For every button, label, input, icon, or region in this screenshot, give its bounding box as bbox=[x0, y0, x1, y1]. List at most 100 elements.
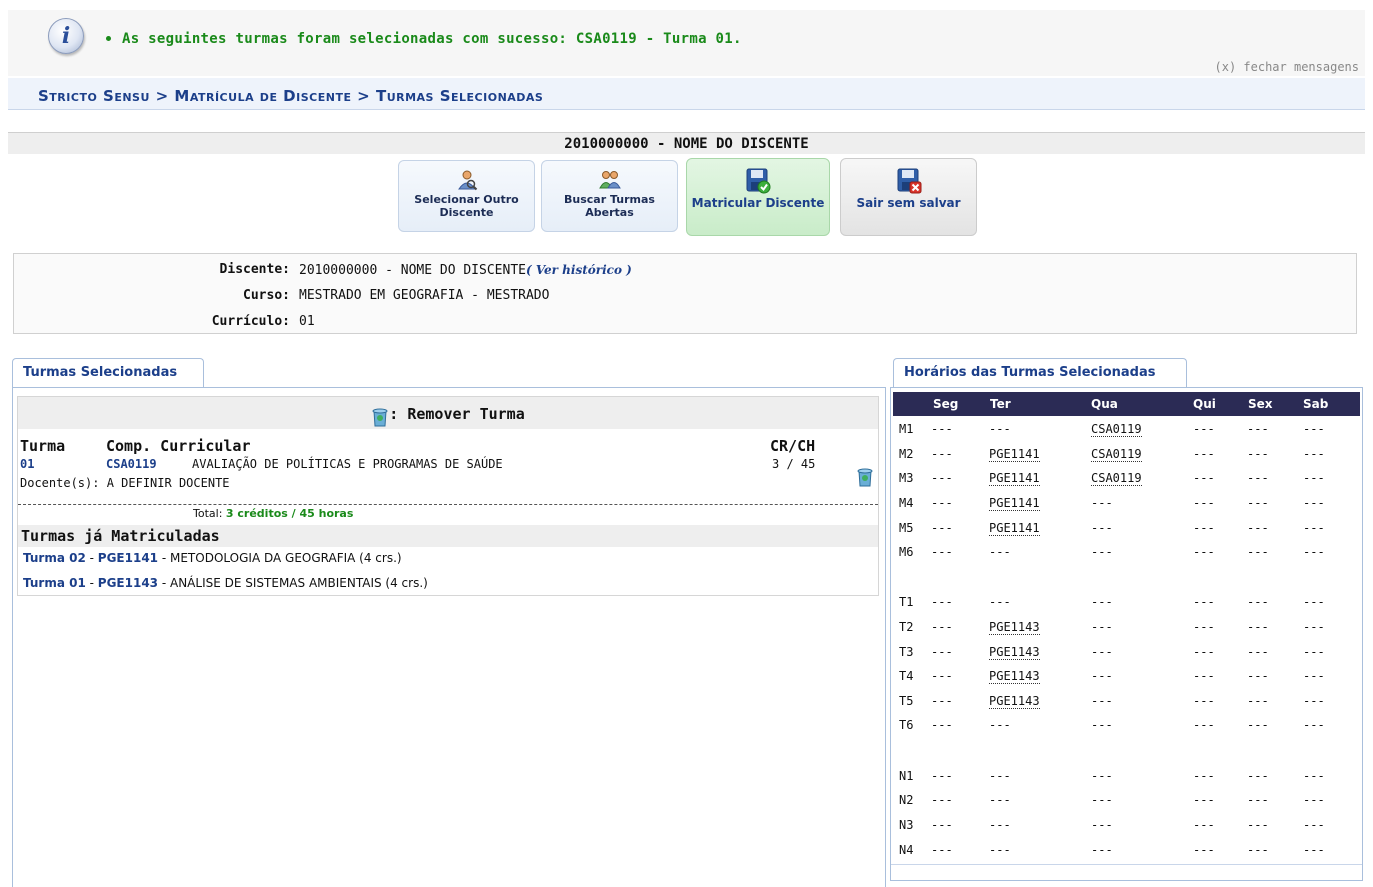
schedule-class-code[interactable]: PGE1143 bbox=[989, 645, 1040, 660]
schedule-cell: --- bbox=[1091, 818, 1113, 832]
schedule-cell: --- bbox=[1247, 694, 1269, 708]
selected-classes-panel: : Remover Turma Turma Comp. Curricular C… bbox=[12, 387, 886, 887]
schedule-slot: T5 bbox=[899, 694, 914, 708]
schedule-cell: --- bbox=[1303, 718, 1325, 732]
view-history-link[interactable]: ( Ver histórico ) bbox=[526, 263, 632, 277]
discente-row: Discente: 2010000000 - NOME DO DISCENTE(… bbox=[14, 260, 1354, 280]
schedule-cell: --- bbox=[1091, 521, 1113, 535]
student-info-box: Discente: 2010000000 - NOME DO DISCENTE(… bbox=[13, 253, 1357, 334]
enrolled-code-link[interactable]: PGE1141 bbox=[98, 551, 158, 565]
schedule-cell: --- bbox=[1303, 447, 1325, 461]
schedule-cell: --- bbox=[1247, 645, 1269, 659]
schedule-cell: --- bbox=[1091, 620, 1113, 634]
schedule-class-code[interactable]: PGE1143 bbox=[989, 669, 1040, 684]
schedule-class-code[interactable]: CSA0119 bbox=[1091, 447, 1142, 462]
day-ter: Ter bbox=[990, 397, 1011, 411]
schedule-cell: --- bbox=[989, 769, 1011, 783]
schedule-class-code[interactable]: PGE1143 bbox=[989, 620, 1040, 635]
schedule-row: N3 --- --- --- --- --- --- bbox=[891, 814, 1361, 838]
schedule-row: M3 --- PGE1141 CSA0119 --- --- --- bbox=[891, 467, 1361, 491]
enroll-student-button[interactable]: Matricular Discente bbox=[686, 158, 830, 236]
schedule-slot: N1 bbox=[899, 769, 914, 783]
group-icon bbox=[598, 171, 621, 189]
schedule-cell: --- bbox=[931, 595, 953, 609]
enrolled-turma-link[interactable]: Turma 01 bbox=[23, 576, 86, 590]
schedule-cell: --- bbox=[1193, 620, 1215, 634]
schedule-cell: --- bbox=[1247, 595, 1269, 609]
enrolled-code-link[interactable]: PGE1143 bbox=[98, 576, 158, 590]
schedule-cell: --- bbox=[1193, 422, 1215, 436]
schedule-row: M2 --- PGE1141 CSA0119 --- --- --- bbox=[891, 443, 1361, 467]
schedule-cell: --- bbox=[931, 422, 953, 436]
schedule-class-code[interactable]: PGE1141 bbox=[989, 447, 1040, 462]
schedule-cell: --- bbox=[931, 521, 953, 535]
schedule-slot: M1 bbox=[899, 422, 914, 436]
schedule-cell: --- bbox=[989, 843, 1011, 857]
schedule-cell: --- bbox=[1247, 545, 1269, 559]
schedule-class-code[interactable]: PGE1141 bbox=[989, 496, 1040, 511]
schedule-cell: --- bbox=[1193, 818, 1215, 832]
schedule-cell: --- bbox=[931, 447, 953, 461]
schedule-cell: --- bbox=[989, 595, 1011, 609]
schedule-class-code[interactable]: PGE1141 bbox=[989, 521, 1040, 536]
total-row: Total: 3 créditos / 45 horas bbox=[193, 507, 353, 520]
exit-without-saving-button[interactable]: Sair sem salvar bbox=[840, 158, 977, 236]
schedule-class-code[interactable]: CSA0119 bbox=[1091, 422, 1142, 437]
curso-value: MESTRADO EM GEOGRAFIA - MESTRADO bbox=[299, 288, 550, 303]
component-name: AVALIAÇÃO DE POLÍTICAS E PROGRAMAS DE SA… bbox=[192, 457, 503, 471]
schedule-slot: M4 bbox=[899, 496, 914, 510]
schedule-class-code[interactable]: PGE1143 bbox=[989, 694, 1040, 709]
schedule-cell: --- bbox=[931, 718, 953, 732]
discente-label: Discente: bbox=[219, 262, 290, 277]
schedule-class-code[interactable]: PGE1141 bbox=[989, 471, 1040, 486]
schedule-cell: --- bbox=[1247, 793, 1269, 807]
select-other-student-button[interactable]: Selecionar Outro Discente bbox=[398, 160, 535, 232]
schedule-row: T5 --- PGE1143 --- --- --- --- bbox=[891, 690, 1361, 714]
schedule-row: T3 --- PGE1143 --- --- --- --- bbox=[891, 641, 1361, 665]
info-icon: i bbox=[48, 18, 84, 54]
schedule-cell: --- bbox=[931, 471, 953, 485]
message-bullet bbox=[106, 36, 111, 41]
schedule-cell: --- bbox=[1247, 471, 1269, 485]
schedule-cell: --- bbox=[931, 793, 953, 807]
cr-ch-value: 3 / 45 bbox=[772, 457, 816, 471]
schedule-cell: --- bbox=[1091, 718, 1113, 732]
schedule-cell: --- bbox=[1303, 471, 1325, 485]
remove-class-trash-icon[interactable] bbox=[856, 467, 874, 487]
success-message: As seguintes turmas foram selecionadas c… bbox=[122, 31, 742, 47]
schedule-cell: --- bbox=[989, 818, 1011, 832]
schedule-cell: --- bbox=[1247, 496, 1269, 510]
schedule-cell: --- bbox=[1247, 769, 1269, 783]
schedule-row: N1 --- --- --- --- --- --- bbox=[891, 765, 1361, 789]
col-turma: Turma bbox=[20, 437, 66, 455]
enrolled-classes-header: Turmas já Matriculadas bbox=[18, 525, 878, 547]
schedule-cell: --- bbox=[1303, 620, 1325, 634]
schedule-cell: --- bbox=[1247, 718, 1269, 732]
schedule-cell: --- bbox=[931, 669, 953, 683]
enrolled-turma-link[interactable]: Turma 02 bbox=[23, 551, 86, 565]
selected-classes-box: : Remover Turma Turma Comp. Curricular C… bbox=[17, 396, 879, 596]
schedule-cell: --- bbox=[1193, 471, 1215, 485]
schedule-panel: Seg Ter Qua Qui Sex Sab M1 --- --- CSA0119 -… bbox=[890, 387, 1363, 881]
total-label: Total: bbox=[193, 507, 223, 520]
docente-value: Docente(s): A DEFINIR DOCENTE bbox=[20, 476, 230, 490]
schedule-cell: --- bbox=[1193, 769, 1215, 783]
schedule-cell: --- bbox=[1193, 595, 1215, 609]
schedule-row: N4 --- --- --- --- --- --- bbox=[891, 839, 1361, 863]
schedule-row: N2 --- --- --- --- --- --- bbox=[891, 789, 1361, 813]
schedule-header: Seg Ter Qua Qui Sex Sab bbox=[893, 392, 1360, 416]
schedule-cell: --- bbox=[1247, 843, 1269, 857]
schedule-slot: T6 bbox=[899, 718, 914, 732]
tab-selected-classes[interactable]: Turmas Selecionadas bbox=[12, 358, 204, 388]
schedule-cell: --- bbox=[1091, 694, 1113, 708]
list-item: Turma 02 - PGE1141 - METODOLOGIA DA GEOG… bbox=[23, 551, 402, 565]
tab-schedule[interactable]: Horários das Turmas Selecionadas bbox=[893, 358, 1187, 388]
schedule-slot: T2 bbox=[899, 620, 914, 634]
schedule-slot: T1 bbox=[899, 595, 914, 609]
schedule-class-code[interactable]: CSA0119 bbox=[1091, 471, 1142, 486]
search-open-classes-button[interactable]: Buscar Turmas Abertas bbox=[541, 160, 678, 232]
close-messages-link[interactable]: (x) fechar mensagens bbox=[1215, 60, 1360, 74]
day-seg: Seg bbox=[933, 397, 959, 411]
user-search-icon bbox=[457, 170, 477, 191]
schedule-cell: --- bbox=[1247, 620, 1269, 634]
